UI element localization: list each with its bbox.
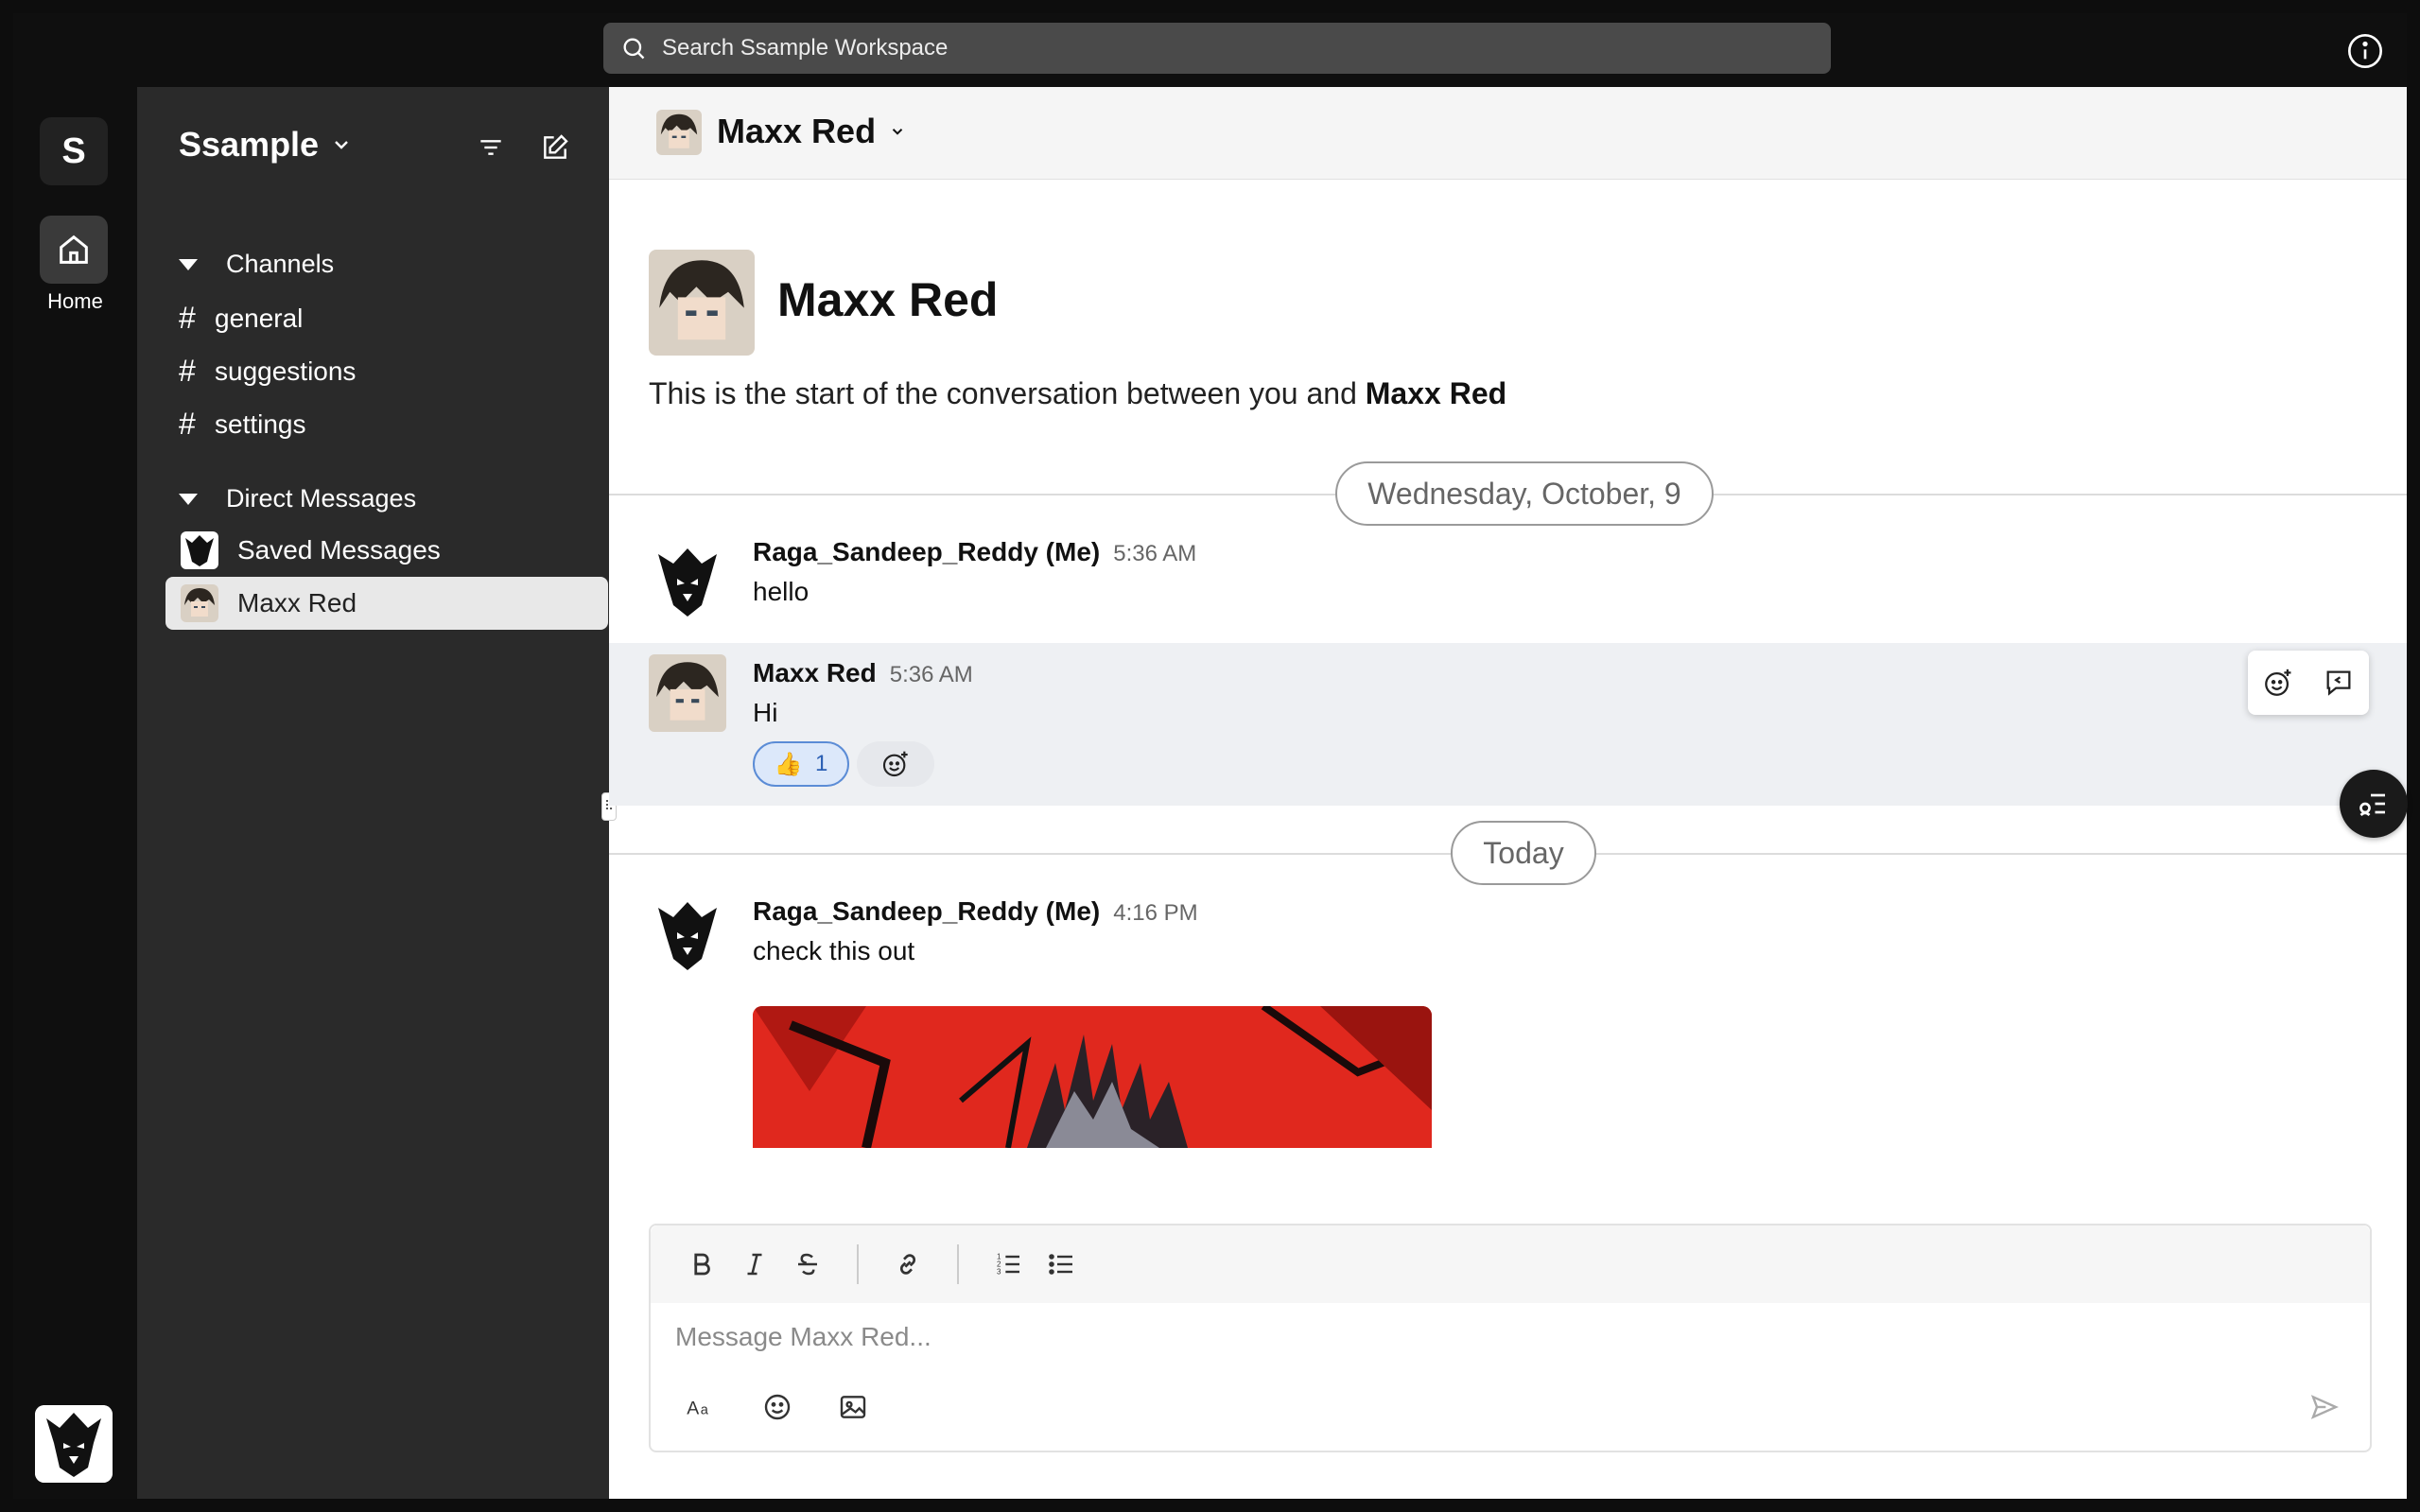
caret-down-icon bbox=[179, 258, 198, 270]
conversation-name: Maxx Red bbox=[717, 112, 877, 150]
message-header: Raga_Sandeep_Reddy (Me) 5:36 AM bbox=[753, 537, 1196, 567]
conversation-title[interactable]: Maxx Red bbox=[717, 112, 906, 151]
ordered-list-icon[interactable]: 123 bbox=[982, 1238, 1035, 1291]
image-attachment[interactable] bbox=[753, 1006, 1432, 1148]
workspace-badge[interactable]: S bbox=[40, 117, 108, 185]
thumbs-up-icon: 👍 bbox=[774, 751, 803, 777]
text-format-icon[interactable]: Aa bbox=[675, 1381, 728, 1434]
intro-text: This is the start of the conversation be… bbox=[649, 376, 1506, 411]
message-row: Maxx Red 5:36 AM Hi 👍 1 bbox=[609, 643, 2407, 806]
toolbar-separator bbox=[857, 1244, 859, 1284]
search-placeholder: Search Ssample Workspace bbox=[662, 35, 949, 61]
channels-section-toggle[interactable]: Channels bbox=[179, 250, 334, 279]
message-header: Maxx Red 5:36 AM bbox=[753, 658, 973, 688]
strikethrough-icon[interactable] bbox=[781, 1238, 834, 1291]
user-avatar[interactable] bbox=[35, 1405, 113, 1483]
svg-text:a: a bbox=[701, 1402, 709, 1417]
message-time: 4:16 PM bbox=[1113, 900, 1198, 926]
bold-icon[interactable] bbox=[675, 1238, 728, 1291]
search-icon bbox=[623, 38, 645, 60]
channels-label: Channels bbox=[226, 250, 335, 278]
channel-label: settings bbox=[215, 408, 306, 439]
thread-list-icon bbox=[2359, 793, 2385, 817]
intro-name: Maxx Red bbox=[777, 273, 999, 326]
reaction-count: 1 bbox=[814, 751, 828, 776]
conversation-pane: Maxx Red ⠿ Maxx Red This is the start of… bbox=[601, 87, 2408, 1499]
avatar bbox=[656, 110, 702, 155]
dm-item-saved-messages[interactable]: Saved Messages bbox=[165, 524, 608, 577]
channel-item-settings[interactable]: # settings bbox=[179, 407, 306, 442]
chevron-down-icon bbox=[335, 141, 348, 149]
home-icon bbox=[60, 235, 88, 264]
add-reaction-icon[interactable] bbox=[2262, 667, 2294, 699]
chevron-down-icon bbox=[892, 129, 903, 135]
image-upload-icon[interactable] bbox=[827, 1381, 879, 1434]
link-icon[interactable] bbox=[881, 1238, 934, 1291]
hash-icon: # bbox=[179, 301, 196, 335]
hash-icon: # bbox=[179, 407, 196, 441]
italic-icon[interactable] bbox=[728, 1238, 781, 1291]
channel-label: suggestions bbox=[215, 356, 357, 386]
search-bar[interactable]: Search Ssample Workspace bbox=[603, 23, 1831, 74]
svg-text:A: A bbox=[687, 1398, 699, 1418]
workspace-switcher[interactable]: Ssample bbox=[179, 125, 353, 165]
avatar bbox=[649, 543, 726, 620]
message-input[interactable]: Message Maxx Red... bbox=[675, 1322, 931, 1352]
avatar bbox=[649, 896, 726, 974]
message-composer: 123 Message Maxx Red... Aa bbox=[649, 1224, 2372, 1452]
intro-bold-name: Maxx Red bbox=[1365, 376, 1507, 410]
bullet-list-icon[interactable] bbox=[1035, 1238, 1088, 1291]
composer-actions: Aa bbox=[675, 1381, 902, 1434]
message-author[interactable]: Raga_Sandeep_Reddy (Me) bbox=[753, 896, 1100, 926]
conversation-header: Maxx Red bbox=[609, 87, 2407, 180]
workspace-rail: S Home bbox=[13, 87, 137, 1499]
dm-label: Saved Messages bbox=[237, 535, 441, 565]
sidebar: Ssample Channels # general # suggestions… bbox=[137, 87, 609, 1499]
svg-text:3: 3 bbox=[997, 1268, 1001, 1277]
date-separator: Today bbox=[1451, 821, 1596, 885]
channel-item-general[interactable]: # general bbox=[179, 301, 303, 336]
message-time: 5:36 AM bbox=[889, 662, 973, 687]
intro-prefix: This is the start of the conversation be… bbox=[649, 376, 1366, 410]
dm-label: Maxx Red bbox=[237, 588, 357, 617]
message-text: Hi bbox=[753, 698, 778, 727]
date-separator: Wednesday, October, 9 bbox=[1335, 461, 1714, 526]
message-row: Raga_Sandeep_Reddy (Me) 5:36 AM hello bbox=[609, 535, 2407, 622]
send-icon[interactable] bbox=[2298, 1381, 2351, 1434]
dms-section-toggle[interactable]: Direct Messages bbox=[179, 484, 416, 513]
home-button[interactable] bbox=[40, 216, 108, 284]
dms-label: Direct Messages bbox=[226, 484, 417, 513]
dm-item-maxx-red[interactable]: Maxx Red bbox=[165, 577, 608, 630]
thread-panel-toggle-button[interactable] bbox=[2340, 770, 2408, 838]
channel-item-suggestions[interactable]: # suggestions bbox=[179, 354, 356, 389]
top-bar: Search Ssample Workspace bbox=[13, 13, 2407, 87]
emoji-icon[interactable] bbox=[751, 1381, 804, 1434]
app-window: Search Ssample Workspace S Home Ssample bbox=[13, 13, 2408, 1499]
reply-thread-icon[interactable] bbox=[2323, 667, 2355, 699]
workspace-name: Ssample bbox=[179, 125, 320, 164]
avatar bbox=[649, 654, 726, 732]
compose-icon[interactable] bbox=[536, 129, 574, 166]
message-text: hello bbox=[753, 577, 810, 606]
message-author[interactable]: Maxx Red bbox=[753, 658, 877, 687]
message-author[interactable]: Raga_Sandeep_Reddy (Me) bbox=[753, 537, 1100, 566]
home-label: Home bbox=[47, 289, 103, 313]
toolbar-separator bbox=[957, 1244, 959, 1284]
add-reaction-button[interactable] bbox=[857, 741, 934, 787]
message-text: check this out bbox=[753, 936, 915, 965]
avatar bbox=[181, 584, 218, 622]
message-actions bbox=[2248, 651, 2369, 715]
avatar bbox=[181, 531, 218, 569]
info-icon[interactable] bbox=[2346, 32, 2384, 70]
filter-icon[interactable] bbox=[472, 129, 510, 166]
hash-icon: # bbox=[179, 354, 196, 388]
add-emoji-icon bbox=[882, 751, 908, 777]
intro-avatar bbox=[649, 250, 755, 356]
reaction-pill[interactable]: 👍 1 bbox=[753, 741, 849, 787]
message-time: 5:36 AM bbox=[1113, 541, 1197, 566]
channel-label: general bbox=[215, 303, 304, 333]
message-header: Raga_Sandeep_Reddy (Me) 4:16 PM bbox=[753, 896, 1198, 927]
formatting-toolbar: 123 bbox=[651, 1225, 2370, 1303]
caret-down-icon bbox=[179, 493, 198, 505]
